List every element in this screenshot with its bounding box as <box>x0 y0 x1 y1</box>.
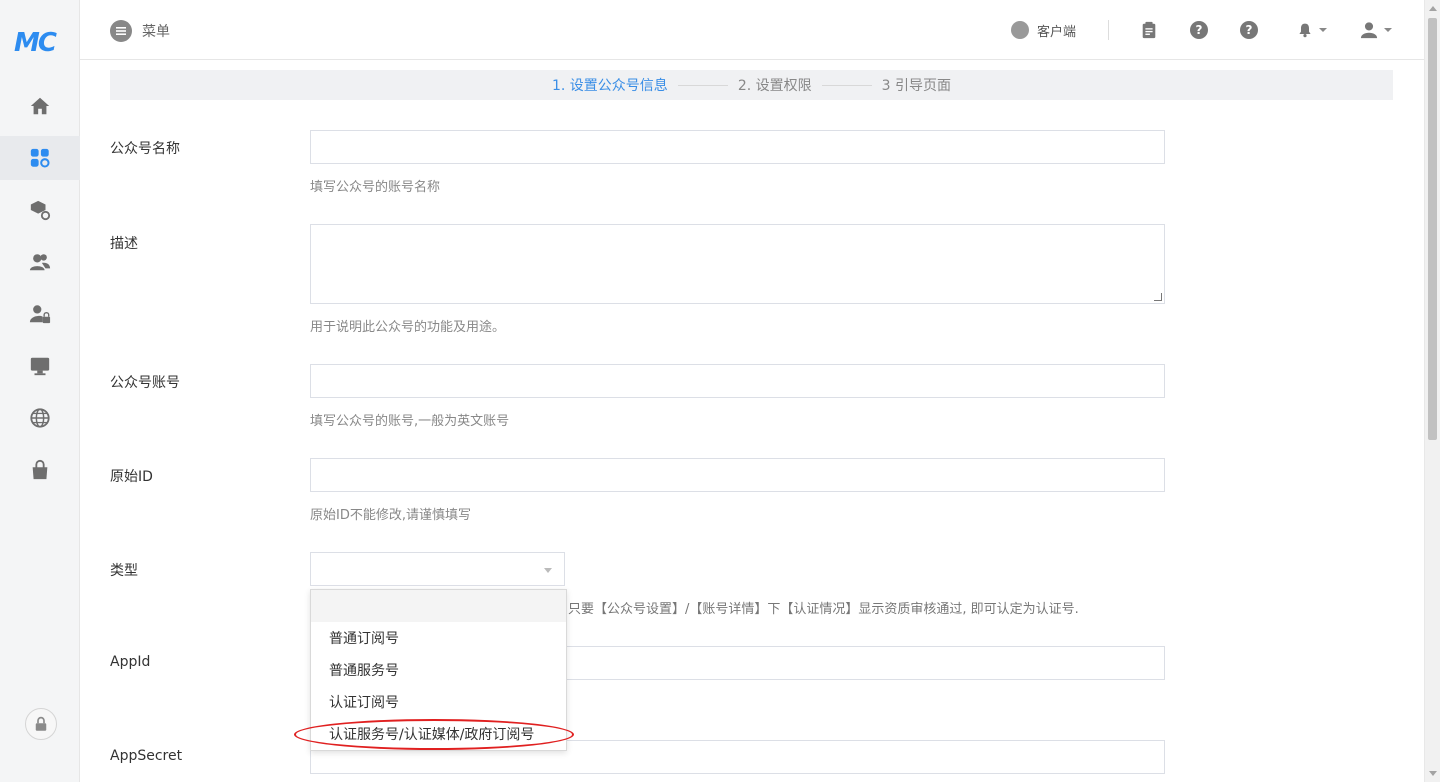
scroll-up-arrow[interactable] <box>1429 6 1437 11</box>
chevron-down-icon <box>1384 28 1392 32</box>
step-3[interactable]: 3 引导页面 <box>882 75 951 95</box>
name-help: 填写公众号的账号名称 <box>310 180 441 195</box>
sidebar-item-users[interactable] <box>0 240 80 284</box>
help-button[interactable]: ? <box>1189 20 1209 40</box>
sidebar-item-globe[interactable] <box>0 396 80 440</box>
step-connector <box>677 84 728 86</box>
sidebar-item-permissions[interactable] <box>0 292 80 336</box>
type-select[interactable] <box>310 552 565 586</box>
description-textarea[interactable] <box>310 224 1165 304</box>
bell-icon <box>1299 23 1311 38</box>
header-divider <box>1108 20 1109 40</box>
sidebar-item-apps[interactable] <box>0 136 80 180</box>
shopping-bag-icon <box>32 459 48 480</box>
scroll-down-arrow[interactable] <box>1429 771 1437 776</box>
account-label: 公众号账号 <box>110 375 180 391</box>
clipboard-icon <box>1142 21 1156 39</box>
apps-icon <box>30 148 50 168</box>
original-id-help: 原始ID不能修改,请谨慎填写 <box>310 508 471 523</box>
sidebar-item-packages[interactable] <box>0 188 80 232</box>
description-label: 描述 <box>110 236 138 252</box>
dropdown-option[interactable]: 认证订阅号 <box>311 686 566 718</box>
name-input[interactable] <box>310 130 1165 164</box>
user-menu-dropdown[interactable] <box>1358 20 1394 40</box>
sidebar: MC <box>0 0 80 782</box>
help-icon: ? <box>1190 21 1208 39</box>
client-link[interactable]: 客户端 <box>1011 18 1076 42</box>
user-icon <box>1360 22 1378 39</box>
type-dropdown-menu: 普通订阅号 普通服务号 认证订阅号 认证服务号/认证媒体/政府订阅号 <box>310 589 567 751</box>
chevron-down-icon <box>544 568 552 573</box>
lock-icon <box>35 716 47 731</box>
type-help: 只要【公众号设置】/【账号详情】下【认证情况】显示资质审核通过, 即可认定为认证… <box>568 602 1079 617</box>
sidebar-item-monitor[interactable] <box>0 344 80 388</box>
notifications-dropdown[interactable] <box>1295 20 1329 40</box>
scroll-thumb[interactable] <box>1428 18 1437 440</box>
type-label: 类型 <box>110 563 138 579</box>
page-scrollbar[interactable] <box>1424 0 1440 782</box>
menu-toggle[interactable]: 菜单 <box>110 20 170 42</box>
lock-screen-button[interactable] <box>25 708 57 740</box>
help-button-2[interactable]: ? <box>1239 20 1259 40</box>
appsecret-label: AppSecret <box>110 748 183 764</box>
account-input[interactable] <box>310 364 1165 398</box>
client-label: 客户端 <box>1037 24 1077 40</box>
original-id-label: 原始ID <box>110 469 153 485</box>
menu-list-icon <box>110 20 132 42</box>
top-header: 菜单 客户端 ? ? <box>80 0 1424 60</box>
brand-logo[interactable]: MC <box>14 28 66 58</box>
wizard-steps: 1. 设置公众号信息 2. 设置权限 3 引导页面 <box>110 70 1393 100</box>
appid-label: AppId <box>110 654 151 670</box>
package-settings-icon <box>30 200 51 221</box>
dropdown-option[interactable]: 认证服务号/认证媒体/政府订阅号 <box>311 718 566 750</box>
name-label: 公众号名称 <box>110 141 180 157</box>
monitor-icon <box>30 357 50 376</box>
users-icon <box>29 254 51 271</box>
globe-icon <box>30 408 50 428</box>
clipboard-button[interactable] <box>1139 20 1159 40</box>
resize-handle-icon[interactable] <box>1154 293 1162 301</box>
chevron-down-icon <box>1319 28 1327 32</box>
sidebar-item-home[interactable] <box>0 84 80 128</box>
user-lock-icon <box>29 305 51 324</box>
account-help: 填写公众号的账号,一般为英文账号 <box>310 414 510 429</box>
description-help: 用于说明此公众号的功能及用途。 <box>310 320 506 335</box>
dropdown-option[interactable]: 普通服务号 <box>311 654 566 686</box>
dropdown-option-empty[interactable] <box>311 590 566 622</box>
menu-label: 菜单 <box>142 24 170 40</box>
original-id-input[interactable] <box>310 458 1165 492</box>
sidebar-item-shop[interactable] <box>0 448 80 492</box>
dropdown-option[interactable]: 普通订阅号 <box>311 622 566 654</box>
step-1[interactable]: 1. 设置公众号信息 <box>552 75 668 95</box>
home-icon <box>30 97 50 115</box>
client-icon <box>1011 21 1029 39</box>
step-2[interactable]: 2. 设置权限 <box>738 75 812 95</box>
help-icon: ? <box>1240 21 1258 39</box>
step-connector <box>821 84 872 86</box>
